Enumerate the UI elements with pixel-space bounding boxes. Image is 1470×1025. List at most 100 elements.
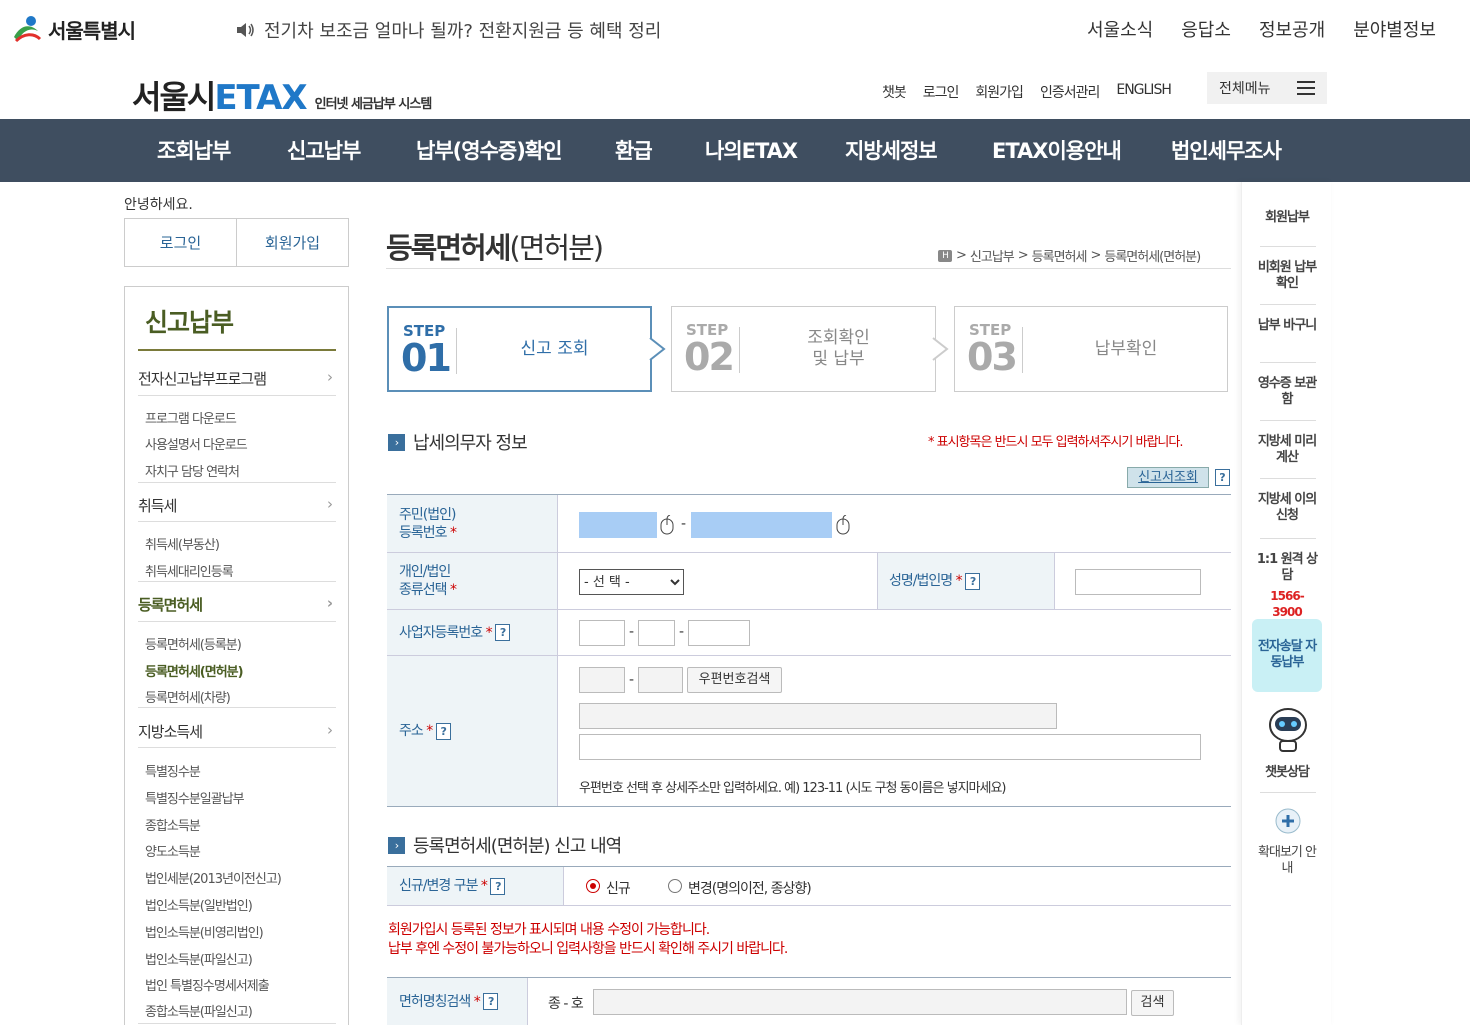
- help-icon[interactable]: ?: [490, 877, 506, 895]
- notice-text[interactable]: 전기차 보조금 얼마나 될까? 전환지원금 등 혜택 정리: [264, 17, 661, 43]
- left-login-button[interactable]: 로그인: [125, 219, 237, 266]
- step-2-text: 조회확인 및 납부: [807, 328, 870, 369]
- side-sub-reg-registration[interactable]: 등록면허세(등록분): [145, 634, 242, 653]
- side-sub-reg-vehicle[interactable]: 등록면허세(차량): [145, 687, 231, 706]
- side-sub-income-8[interactable]: 법인 특별징수명세서제출: [145, 975, 270, 994]
- side-sub-income-7[interactable]: 법인소득분(파일신고): [145, 949, 253, 968]
- zip-search-button[interactable]: 우편번호검색: [687, 667, 782, 693]
- report-lookup-button[interactable]: 신고서조회: [1127, 467, 1209, 488]
- side-sub-manual-download[interactable]: 사용설명서 다운로드: [145, 434, 248, 453]
- side-sub-acq-agent[interactable]: 취득세대리인등록: [145, 561, 234, 580]
- biz-input-3[interactable]: [688, 620, 750, 646]
- top-link-news[interactable]: 서울소식: [1087, 16, 1153, 42]
- radio-change[interactable]: [668, 879, 682, 893]
- help-icon[interactable]: ?: [965, 572, 981, 590]
- radio-change-label[interactable]: 변경(명의이전, 종상향): [688, 878, 812, 898]
- quick-remote-support[interactable]: 1:1 원격 상담: [1256, 552, 1318, 584]
- quick-tax-objection[interactable]: 지방세 이의신청: [1256, 492, 1318, 524]
- side-sub-acq-realestate[interactable]: 취득세(부동산): [145, 534, 220, 553]
- zoom-plus-icon[interactable]: [1275, 808, 1301, 834]
- mouse-icon[interactable]: [660, 515, 674, 535]
- nav-my-etax[interactable]: 나의ETAX: [705, 135, 798, 165]
- side-sub-income-0[interactable]: 특별징수분: [145, 761, 201, 780]
- side-cat-income-label: 지방소득세: [138, 723, 203, 741]
- address-detail-input[interactable]: [579, 734, 1201, 760]
- breadcrumb-item-1[interactable]: 신고납부: [970, 246, 1015, 265]
- radio-new-label[interactable]: 신규: [606, 878, 631, 898]
- help-icon[interactable]: ?: [495, 624, 511, 641]
- step-1-text: 신고 조회: [520, 338, 589, 359]
- quick-receipt-box[interactable]: 영수증 보관함: [1256, 376, 1318, 408]
- side-sub-income-2[interactable]: 종합소득분: [145, 815, 201, 834]
- side-sub-income-5[interactable]: 법인소득분(일반법인): [145, 895, 253, 914]
- side-sub-income-1[interactable]: 특별징수분일괄납부: [145, 788, 245, 807]
- util-chatbot[interactable]: 챗봇: [882, 82, 907, 102]
- nav-local-tax-info[interactable]: 지방세정보: [845, 135, 938, 165]
- side-cat-income[interactable]: 지방소득세 ›: [138, 721, 336, 742]
- id-front-input[interactable]: [579, 512, 657, 538]
- home-icon[interactable]: H: [938, 249, 952, 262]
- zip-input-2[interactable]: [638, 667, 683, 693]
- all-menu-button[interactable]: 전체메뉴: [1207, 72, 1327, 104]
- quick-phone: 1566-3900: [1270, 589, 1304, 619]
- quick-nonmember-check[interactable]: 비회원 납부확인: [1256, 260, 1318, 292]
- zip-input-1[interactable]: [579, 667, 625, 693]
- col-line: [527, 978, 528, 1025]
- nav-lookup-pay[interactable]: 조회납부: [157, 135, 231, 165]
- biz-input-2[interactable]: [638, 620, 675, 646]
- side-sub-income-4[interactable]: 법인세분(2013년이전신고): [145, 868, 282, 887]
- quick-zoom-guide[interactable]: 확대보기 안내: [1256, 845, 1318, 877]
- top-link-info[interactable]: 정보공개: [1259, 16, 1325, 42]
- nav-corp-audit[interactable]: 법인세무조사: [1171, 135, 1282, 165]
- help-icon[interactable]: ?: [1215, 469, 1230, 486]
- nav-report-pay[interactable]: 신고납부: [287, 135, 361, 165]
- chatbot-icon[interactable]: [1266, 705, 1310, 753]
- id-back-input[interactable]: [691, 512, 832, 538]
- side-cat-program[interactable]: 전자신고납부프로그램 ›: [138, 368, 336, 389]
- license-search-button[interactable]: 검색: [1131, 990, 1174, 1016]
- quick-member-pay[interactable]: 회원납부: [1256, 210, 1318, 226]
- top-link-fields[interactable]: 분야별정보: [1353, 16, 1436, 42]
- help-icon[interactable]: ?: [435, 722, 451, 740]
- side-cat-registration[interactable]: 등록면허세 ›: [138, 594, 336, 615]
- top-link-eungdapso[interactable]: 응답소: [1181, 16, 1231, 42]
- mouse-icon[interactable]: [836, 515, 850, 535]
- address-input[interactable]: [579, 703, 1057, 729]
- quick-chatbot-label[interactable]: 챗봇상담: [1256, 765, 1318, 781]
- main-nav: 조회납부 신고납부 납부(영수증)확인 환급 나의ETAX 지방세정보 ETAX…: [0, 119, 1470, 182]
- name-input[interactable]: [1075, 569, 1201, 595]
- quick-pay-basket[interactable]: 납부 바구니: [1256, 318, 1318, 334]
- seoul-logo[interactable]: 서울특별시: [10, 10, 150, 48]
- biz-input-1[interactable]: [579, 620, 625, 646]
- quick-tax-calc[interactable]: 지방세 미리계산: [1256, 434, 1318, 466]
- util-cert[interactable]: 인증서관리: [1040, 82, 1100, 102]
- side-sep: [138, 395, 336, 396]
- util-login[interactable]: 로그인: [923, 82, 960, 102]
- chevron-right-icon: ›: [326, 594, 333, 612]
- quick-menu: 회원납부 비회원 납부확인 납부 바구니 영수증 보관함 지방세 미리계산 지방…: [1241, 182, 1331, 1025]
- label-kind: 신규/변경 구분 * ?: [387, 867, 563, 905]
- side-sub-income-9[interactable]: 종합소득분(파일신고): [145, 1001, 253, 1020]
- util-english[interactable]: ENGLISH: [1116, 82, 1172, 102]
- side-sub-program-download[interactable]: 프로그램 다운로드: [145, 408, 237, 427]
- type-select[interactable]: - 선 택 -: [579, 569, 684, 595]
- address-note: 우편번호 선택 후 상세주소만 입력하세요. 예) 123-11 (시도 구청 …: [579, 781, 1006, 796]
- left-join-button[interactable]: 회원가입: [237, 219, 348, 266]
- nav-etax-guide[interactable]: ETAX이용안내: [992, 135, 1122, 165]
- side-sub-income-6[interactable]: 법인소득분(비영리법인): [145, 922, 264, 941]
- breadcrumb-item-2[interactable]: 등록면허세: [1032, 246, 1088, 265]
- util-join[interactable]: 회원가입: [975, 82, 1024, 102]
- quick-auto-pay[interactable]: 전자송달 자동납부: [1252, 619, 1322, 692]
- side-sub-reg-license[interactable]: 등록면허세(면허분): [145, 661, 244, 680]
- side-sub-district-contact[interactable]: 자치구 담당 연락처: [145, 461, 240, 480]
- license-search-input[interactable]: [593, 989, 1127, 1015]
- etax-logo[interactable]: 서울시 ETAX 인터넷 세금납부 시스템: [132, 72, 432, 118]
- radio-new[interactable]: [586, 879, 600, 893]
- breadcrumb-sep: >: [956, 248, 967, 263]
- nav-refund[interactable]: 환급: [615, 135, 653, 165]
- nav-receipt[interactable]: 납부(영수증)확인: [416, 135, 562, 165]
- side-sub-income-3[interactable]: 양도소득분: [145, 841, 201, 860]
- help-icon[interactable]: ?: [483, 993, 499, 1010]
- side-cat-acquisition[interactable]: 취득세 ›: [138, 495, 336, 516]
- notice-banner[interactable]: 전기차 보조금 얼마나 될까? 전환지원금 등 혜택 정리: [236, 17, 661, 43]
